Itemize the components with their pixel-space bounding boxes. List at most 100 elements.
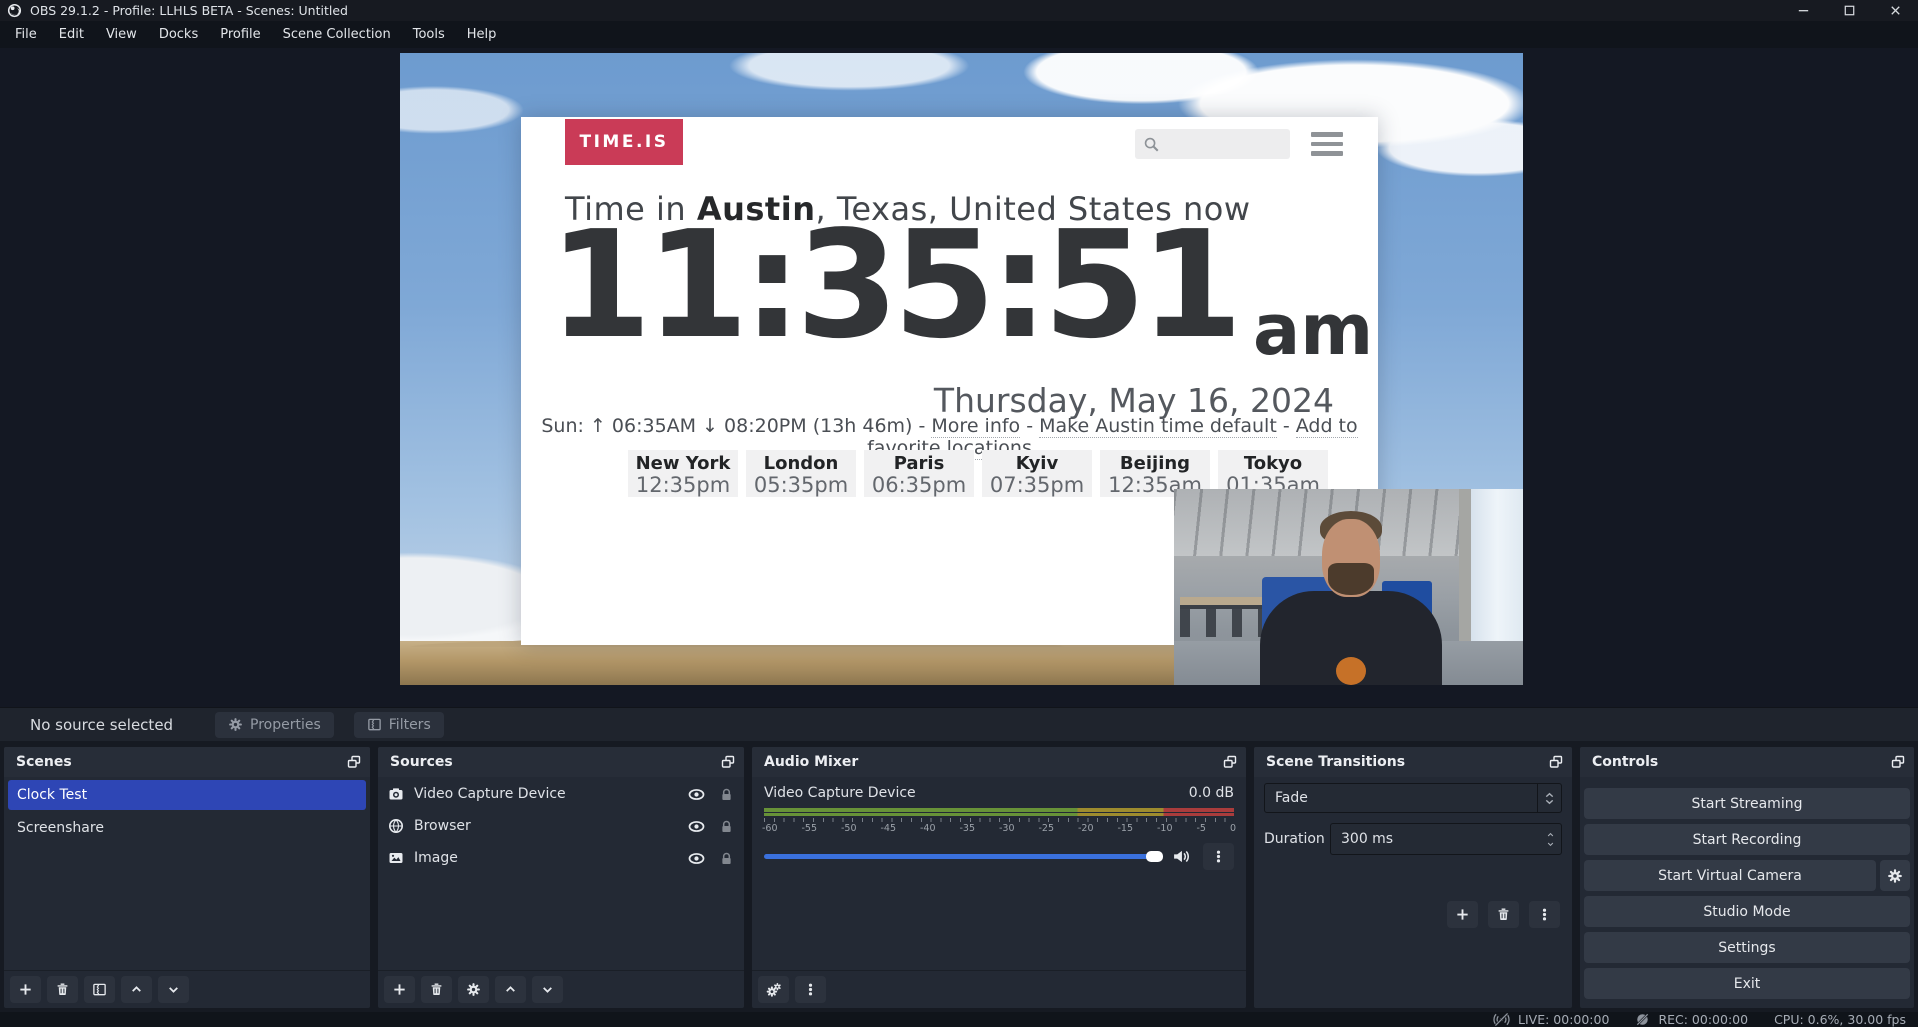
settings-button[interactable]: Settings <box>1584 932 1910 963</box>
hamburger-menu-icon <box>1311 132 1343 156</box>
webcam-overlay <box>1174 489 1523 685</box>
properties-button[interactable]: Properties <box>215 712 334 738</box>
menu-profile[interactable]: Profile <box>209 21 271 48</box>
visibility-eye-icon[interactable] <box>688 786 705 803</box>
transition-select[interactable]: Fade <box>1264 783 1562 813</box>
scene-item-screenshare[interactable]: Screenshare <box>8 813 366 843</box>
add-transition-button[interactable] <box>1447 901 1478 928</box>
menu-file[interactable]: File <box>4 21 48 48</box>
timeis-search-box <box>1135 129 1290 159</box>
studio-mode-button[interactable]: Studio Mode <box>1584 896 1910 927</box>
volume-slider-handle[interactable] <box>1146 851 1163 862</box>
controls-panel: Controls Start Streaming Start Recording… <box>1580 747 1914 1008</box>
current-time: 11:35:51 am <box>561 213 1361 359</box>
remove-source-button[interactable] <box>421 976 452 1003</box>
start-streaming-button[interactable]: Start Streaming <box>1584 788 1910 819</box>
popout-icon[interactable] <box>1890 754 1906 770</box>
menu-tools[interactable]: Tools <box>402 21 456 48</box>
scenes-toolbar <box>4 970 370 1008</box>
start-recording-button[interactable]: Start Recording <box>1584 824 1910 855</box>
lock-icon[interactable] <box>719 851 734 866</box>
source-up-button[interactable] <box>495 976 526 1003</box>
source-item-browser[interactable]: Browser <box>378 811 744 841</box>
search-icon <box>1143 136 1160 153</box>
popout-icon[interactable] <box>1548 754 1564 770</box>
transition-menu-button[interactable] <box>1529 901 1560 928</box>
city-time-london: London05:35pm <box>746 450 856 497</box>
city-time-paris: Paris06:35pm <box>864 450 974 497</box>
source-properties-button[interactable] <box>458 976 489 1003</box>
advanced-audio-button[interactable] <box>758 976 789 1003</box>
scene-up-button[interactable] <box>121 976 152 1003</box>
camera-icon <box>388 786 404 802</box>
source-down-button[interactable] <box>532 976 563 1003</box>
controls-body: Start Streaming Start Recording Start Vi… <box>1580 777 1914 1008</box>
minimize-button[interactable] <box>1780 0 1826 21</box>
add-scene-button[interactable] <box>10 976 41 1003</box>
duration-spinbox[interactable]: 300 ms <box>1330 823 1562 855</box>
meter-tick-labels: -60-55 -50-45 -40-35 -30-25 -20-15 -10-5… <box>762 823 1236 834</box>
lock-icon[interactable] <box>719 819 734 834</box>
time-ampm: am <box>1253 302 1373 359</box>
virtual-camera-settings-button[interactable] <box>1880 860 1910 891</box>
city-time-newyork: New York12:35pm <box>628 450 738 497</box>
live-time: LIVE: 00:00:00 <box>1518 1012 1609 1027</box>
audio-mixer-panel: Audio Mixer Video Capture Device 0.0 dB … <box>752 747 1246 1008</box>
remove-scene-button[interactable] <box>47 976 78 1003</box>
menu-docks[interactable]: Docks <box>148 21 209 48</box>
menu-scene-collection[interactable]: Scene Collection <box>272 21 402 48</box>
make-default-link: Make Austin time default <box>1039 415 1277 438</box>
status-bar: LIVE: 00:00:00 REC: 00:00:00 CPU: 0.6%, … <box>0 1012 1918 1027</box>
scenes-panel: Scenes Clock Test Screenshare <box>4 747 370 1008</box>
scenes-list: Clock Test Screenshare <box>4 777 370 970</box>
spin-down-icon[interactable] <box>1545 840 1556 848</box>
popout-icon[interactable] <box>1222 754 1238 770</box>
mixer-toolbar <box>752 970 1246 1008</box>
popout-icon[interactable] <box>346 754 362 770</box>
filters-button[interactable]: Filters <box>354 712 444 738</box>
visibility-eye-icon[interactable] <box>688 818 705 835</box>
close-button[interactable] <box>1872 0 1918 21</box>
lock-icon[interactable] <box>719 787 734 802</box>
speaker-icon[interactable] <box>1172 848 1191 865</box>
exit-button[interactable]: Exit <box>1584 968 1910 999</box>
source-item-image[interactable]: Image <box>378 843 744 873</box>
menu-view[interactable]: View <box>95 21 148 48</box>
chevron-updown-icon <box>1537 784 1561 812</box>
visibility-eye-icon[interactable] <box>688 850 705 867</box>
scene-transitions-panel: Scene Transitions Fade Duration 300 ms <box>1254 747 1572 1008</box>
remove-transition-button[interactable] <box>1488 901 1519 928</box>
filter-icon <box>367 717 382 732</box>
scene-preview[interactable]: TIME.IS Time in Austin, Texas, United St… <box>400 53 1523 685</box>
webcam-person-beard <box>1328 563 1374 595</box>
scene-item-clock-test[interactable]: Clock Test <box>8 780 366 810</box>
duration-label: Duration <box>1264 831 1330 847</box>
volume-meter <box>764 808 1234 816</box>
more-info-link: More info <box>931 415 1020 438</box>
maximize-button[interactable] <box>1826 0 1872 21</box>
meter-ruler <box>764 818 1234 822</box>
menu-help[interactable]: Help <box>456 21 508 48</box>
image-icon <box>388 850 404 866</box>
mixer-menu-button[interactable] <box>795 976 826 1003</box>
spin-up-icon[interactable] <box>1545 831 1556 839</box>
mixer-channel-menu-button[interactable] <box>1203 843 1234 870</box>
scene-filters-button[interactable] <box>84 976 115 1003</box>
scene-down-button[interactable] <box>158 976 189 1003</box>
obs-logo-icon <box>7 3 22 18</box>
source-toolbar: No source selected Properties Filters <box>0 707 1918 741</box>
start-virtual-camera-button[interactable]: Start Virtual Camera <box>1584 860 1876 891</box>
popout-icon[interactable] <box>720 754 736 770</box>
sources-header: Sources <box>378 747 744 777</box>
city-time-kyiv: Kyiv07:35pm <box>982 450 1092 497</box>
search-input <box>1166 136 1276 152</box>
add-source-button[interactable] <box>384 976 415 1003</box>
volume-slider[interactable] <box>764 854 1163 859</box>
stream-inactive-icon <box>1493 1012 1510 1027</box>
menu-edit[interactable]: Edit <box>48 21 95 48</box>
source-status-text: No source selected <box>30 716 195 734</box>
webcam-furniture <box>1180 597 1264 637</box>
source-item-video-capture[interactable]: Video Capture Device <box>378 779 744 809</box>
sources-list: Video Capture Device Browser Image <box>378 777 744 970</box>
title-bar: OBS 29.1.2 - Profile: LLHLS BETA - Scene… <box>0 0 1918 21</box>
